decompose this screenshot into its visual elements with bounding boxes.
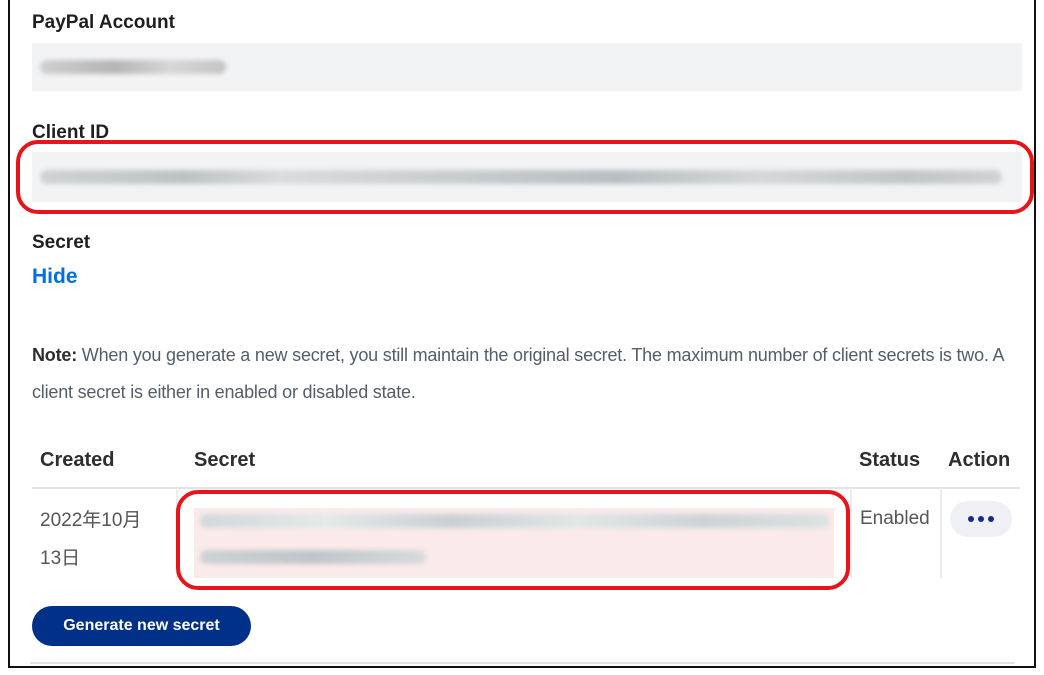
paypal-account-label: PayPal Account [32,12,175,33]
secret-highlight [176,490,850,590]
column-divider [850,488,852,578]
column-header-status: Status [859,449,921,471]
hide-secret-link[interactable]: Hide [32,265,78,289]
table-header-divider [32,487,1020,489]
panel-bottom-divider [30,662,1014,664]
column-divider [940,488,942,578]
more-actions-button[interactable] [950,501,1012,537]
client-id-highlight [16,140,1034,214]
column-header-secret: Secret [194,449,256,471]
table-row-created-date: 2022年10月 13日 [40,502,141,578]
credentials-panel: PayPal Account Client ID Secret Hide Not… [8,0,1036,668]
secret-label: Secret [32,232,91,253]
more-horizontal-icon [968,516,974,522]
redacted-account-value [40,60,226,74]
column-header-action: Action [948,449,1011,471]
paypal-account-field [32,43,1022,91]
note-text: When you generate a new secret, you stil… [32,345,1004,402]
column-header-created: Created [40,449,115,471]
created-date-line: 2022年10月 [40,510,142,531]
note-prefix: Note: [32,345,77,365]
status-enabled: Enabled [860,508,930,529]
generate-new-secret-button[interactable]: Generate new secret [32,606,251,646]
created-date-line: 13日 [40,548,81,569]
secret-note: Note: When you generate a new secret, yo… [32,337,1012,411]
